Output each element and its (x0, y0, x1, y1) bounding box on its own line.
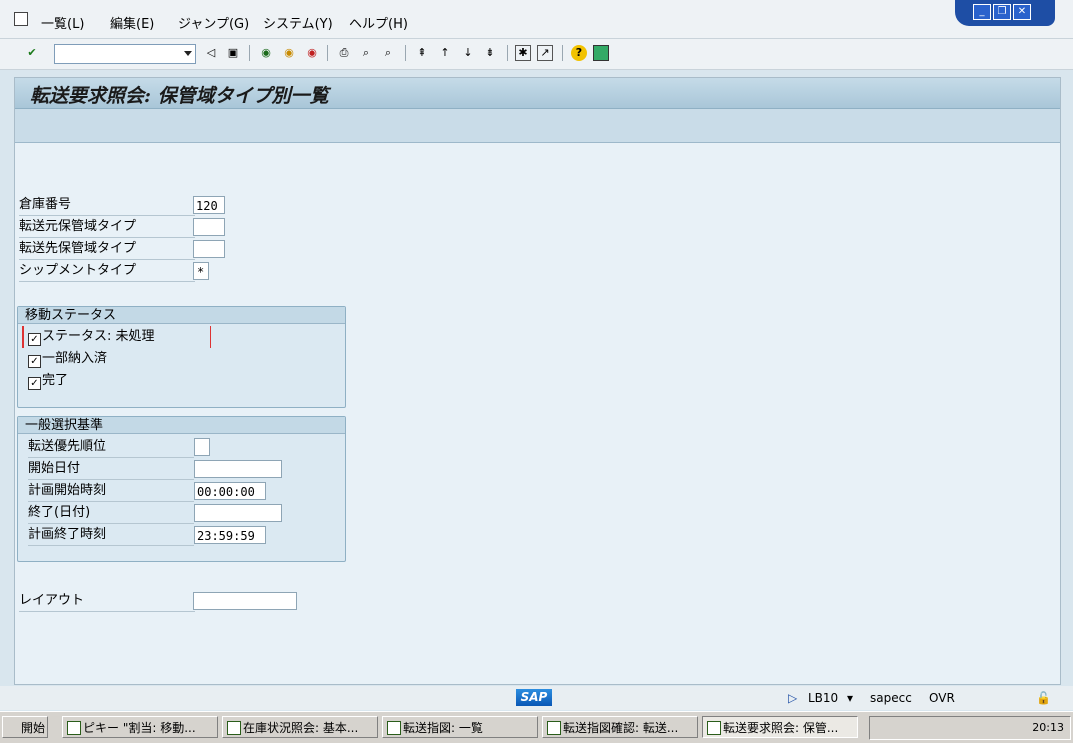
page-title: 転送要求照会: 保管域タイプ別一覧 (30, 85, 329, 107)
planned-end-time-label: 計画終了時刻 (28, 525, 194, 546)
general-criteria-title: 一般選択基準 (18, 417, 345, 434)
toolbar-divider (405, 45, 406, 61)
movement-status-title: 移動ステータス (18, 307, 345, 324)
status-expand-icon[interactable]: ▷ (788, 691, 797, 705)
movement-status-group: 移動ステータス ✓ ステータス: 未処理 ✓ 一部納入済 ✓ 完了 (17, 306, 346, 408)
toolbar-divider (562, 45, 563, 61)
planned-start-time-label: 計画開始時刻 (28, 481, 194, 502)
system-tray: 20:13 (869, 716, 1071, 740)
cancel-icon[interactable]: ◉ (304, 45, 320, 61)
taskbar-window-label: ピキー "割当: 移動... (83, 721, 196, 735)
chevron-down-icon[interactable]: ▾ (847, 691, 853, 705)
layout-label: レイアウト (19, 591, 195, 612)
window-icon (547, 721, 561, 735)
taskbar-window-label: 転送指図確認: 転送... (563, 721, 679, 735)
save-icon[interactable]: ▣ (225, 45, 241, 61)
status-open-label: ステータス: 未処理 (42, 329, 155, 344)
next-page-icon[interactable]: ↓ (460, 45, 476, 61)
last-page-icon[interactable]: ⇟ (482, 45, 498, 61)
shipment-type-input[interactable]: * (193, 262, 209, 280)
menu-system[interactable]: システム(Y) (263, 13, 333, 32)
standard-toolbar: ✔ ◁ ▣ ◉ ◉ ◉ ⎙ ⌕ ⌕ ⇞ ↑ ↓ ⇟ ✱ ↗ ? (0, 39, 1073, 70)
minimize-icon[interactable]: _ (973, 4, 991, 20)
priority-label: 転送優先順位 (28, 437, 194, 458)
window-icon (227, 721, 241, 735)
warehouse-number-label: 倉庫番号 (19, 195, 195, 216)
enter-check-icon[interactable]: ✔ (24, 45, 40, 61)
taskbar-window-2[interactable]: 在庫状況照会: 基本... (222, 716, 378, 738)
window-icon (707, 721, 721, 735)
chevron-down-icon[interactable] (184, 51, 192, 56)
menu-goto[interactable]: ジャンプ(G) (178, 13, 249, 32)
taskbar-window-label: 転送指図: 一覧 (403, 721, 483, 735)
help-icon[interactable]: ? (571, 45, 587, 61)
window-icon (387, 721, 401, 735)
toolbar-divider (507, 45, 508, 61)
layout-menu-icon[interactable] (593, 45, 609, 61)
start-date-input[interactable] (194, 460, 282, 478)
new-session-icon[interactable]: ✱ (515, 45, 531, 61)
transaction-code: LB10 (808, 691, 839, 705)
destination-storage-type-input[interactable] (193, 240, 225, 258)
planned-end-time-input[interactable]: 23:59:59 (194, 526, 266, 544)
lock-icon[interactable]: 🔓 (1036, 691, 1051, 705)
back-icon[interactable]: ◉ (258, 45, 274, 61)
source-storage-type-label: 転送元保管域タイプ (19, 217, 195, 238)
status-partial-checkbox[interactable]: ✓ (28, 355, 41, 368)
taskbar-window-label: 在庫状況照会: 基本... (243, 721, 359, 735)
previous-page-icon[interactable]: ↑ (437, 45, 453, 61)
destination-storage-type-label: 転送先保管域タイプ (19, 239, 195, 260)
menu-list[interactable]: 一覧(L) (41, 13, 84, 32)
menu-help[interactable]: ヘルプ(H) (349, 13, 408, 32)
print-icon[interactable]: ⎙ (336, 45, 352, 61)
source-storage-type-input[interactable] (193, 218, 225, 236)
clock: 20:13 (1032, 721, 1064, 734)
window-icon (67, 721, 81, 735)
close-icon[interactable]: ✕ (1013, 4, 1031, 20)
priority-input[interactable] (194, 438, 210, 456)
sap-logo: SAP (516, 689, 552, 706)
status-complete-checkbox[interactable]: ✓ (28, 377, 41, 390)
command-field[interactable] (54, 44, 196, 64)
find-icon[interactable]: ⌕ (358, 45, 374, 61)
status-bar: SAP ▷ LB10 ▾ sapecc OVR 🔓 (0, 686, 1073, 710)
taskbar-window-1[interactable]: ピキー "割当: 移動... (62, 716, 218, 738)
warehouse-number-input[interactable]: 120 (193, 196, 225, 214)
toolbar-divider (249, 45, 250, 61)
restore-icon[interactable]: ❐ (993, 4, 1011, 20)
insert-mode: OVR (929, 691, 955, 705)
title-bar: 転送要求照会: 保管域タイプ別一覧 (15, 78, 1060, 109)
end-date-label: 終了(日付) (28, 503, 194, 524)
back-arrow-icon[interactable]: ◁ (203, 45, 219, 61)
taskbar-window-3[interactable]: 転送指図: 一覧 (382, 716, 538, 738)
exit-icon[interactable]: ◉ (281, 45, 297, 61)
shipment-type-label: シップメントタイプ (19, 261, 195, 282)
system-name: sapecc (870, 691, 912, 705)
start-date-label: 開始日付 (28, 459, 194, 480)
end-date-input[interactable] (194, 504, 282, 522)
general-criteria-group: 一般選択基準 転送優先順位 開始日付 計画開始時刻 00:00:00 終了(日付… (17, 416, 346, 562)
taskbar-window-5[interactable]: 転送要求照会: 保管... (702, 716, 858, 738)
application-toolbar (15, 109, 1060, 143)
window-controls: _ ❐ ✕ (955, 0, 1055, 26)
status-complete-label: 完了 (42, 373, 69, 388)
window-menu-icon[interactable] (14, 12, 28, 26)
windows-taskbar: 開始 ピキー "割当: 移動... 在庫状況照会: 基本... 転送指図: 一覧… (0, 711, 1073, 743)
planned-start-time-input[interactable]: 00:00:00 (194, 482, 266, 500)
first-page-icon[interactable]: ⇞ (414, 45, 430, 61)
menu-edit[interactable]: 編集(E) (110, 13, 154, 32)
status-partial-label: 一部納入済 (42, 351, 108, 366)
find-next-icon[interactable]: ⌕ (380, 45, 396, 61)
main-screen: 転送要求照会: 保管域タイプ別一覧 倉庫番号 120 転送元保管域タイプ 転送先… (14, 77, 1061, 685)
menu-bar: 一覧(L) 編集(E) ジャンプ(G) システム(Y) ヘルプ(H) _ ❐ ✕ (0, 0, 1073, 39)
taskbar-window-4[interactable]: 転送指図確認: 転送... (542, 716, 698, 738)
shortcut-icon[interactable]: ↗ (537, 45, 553, 61)
toolbar-divider (327, 45, 328, 61)
status-open-checkbox[interactable]: ✓ (28, 333, 41, 346)
start-button[interactable]: 開始 (2, 716, 48, 738)
layout-input[interactable] (193, 592, 297, 610)
taskbar-window-label: 転送要求照会: 保管... (723, 721, 839, 735)
